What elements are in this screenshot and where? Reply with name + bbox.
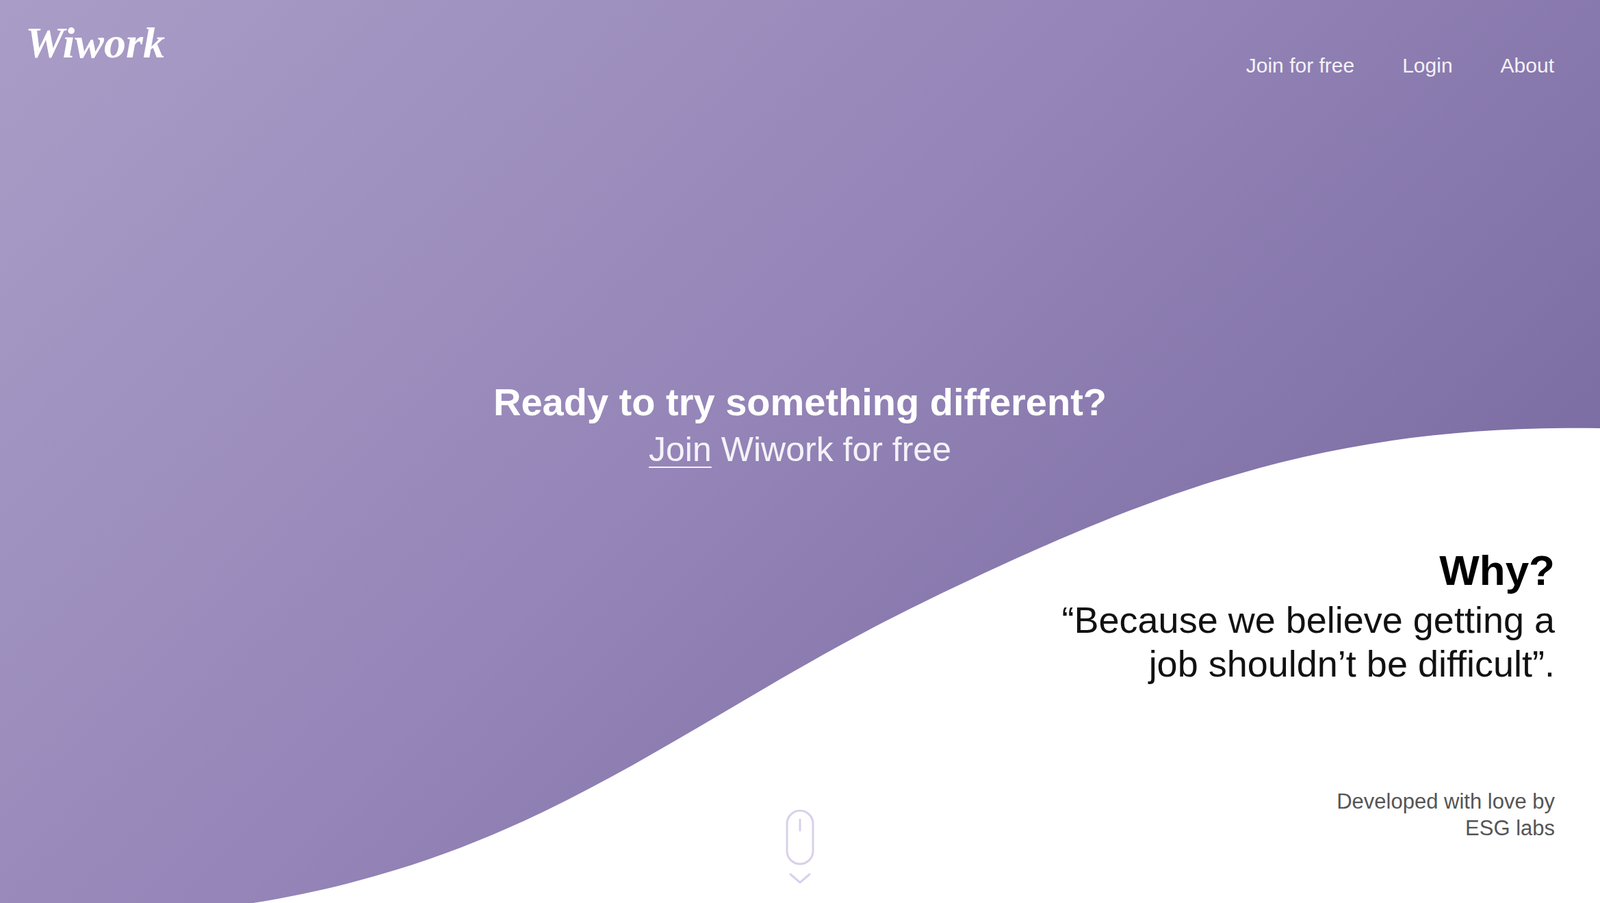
hero-title: Ready to try something different?: [493, 379, 1107, 425]
header: Wiwork Join for free Login About: [0, 0, 1600, 79]
landing-page: Wiwork Join for free Login About Ready to tr…: [0, 0, 1600, 903]
why-section: Why?“Because we believe getting ajob sho…: [0, 545, 1600, 842]
nav: Join for free Login About: [1246, 19, 1575, 79]
nav-link[interactable]: Join for free: [1246, 53, 1355, 79]
credit: Developed with love byESG labs: [1336, 789, 1555, 843]
nav-link[interactable]: About: [1500, 53, 1555, 79]
join-link[interactable]: Join: [648, 429, 712, 471]
hero-cta: JoinWiwork for free: [648, 429, 952, 471]
hero: Ready to try something different?JoinWiw…: [0, 379, 1600, 471]
logo[interactable]: Wiwork: [25, 19, 165, 68]
scroll-mouse-icon[interactable]: [784, 808, 816, 889]
nav-link[interactable]: Login: [1402, 53, 1453, 79]
why-title: Why?: [1439, 545, 1555, 597]
why-quote: “Because we believe getting ajob shouldn…: [1062, 598, 1555, 688]
